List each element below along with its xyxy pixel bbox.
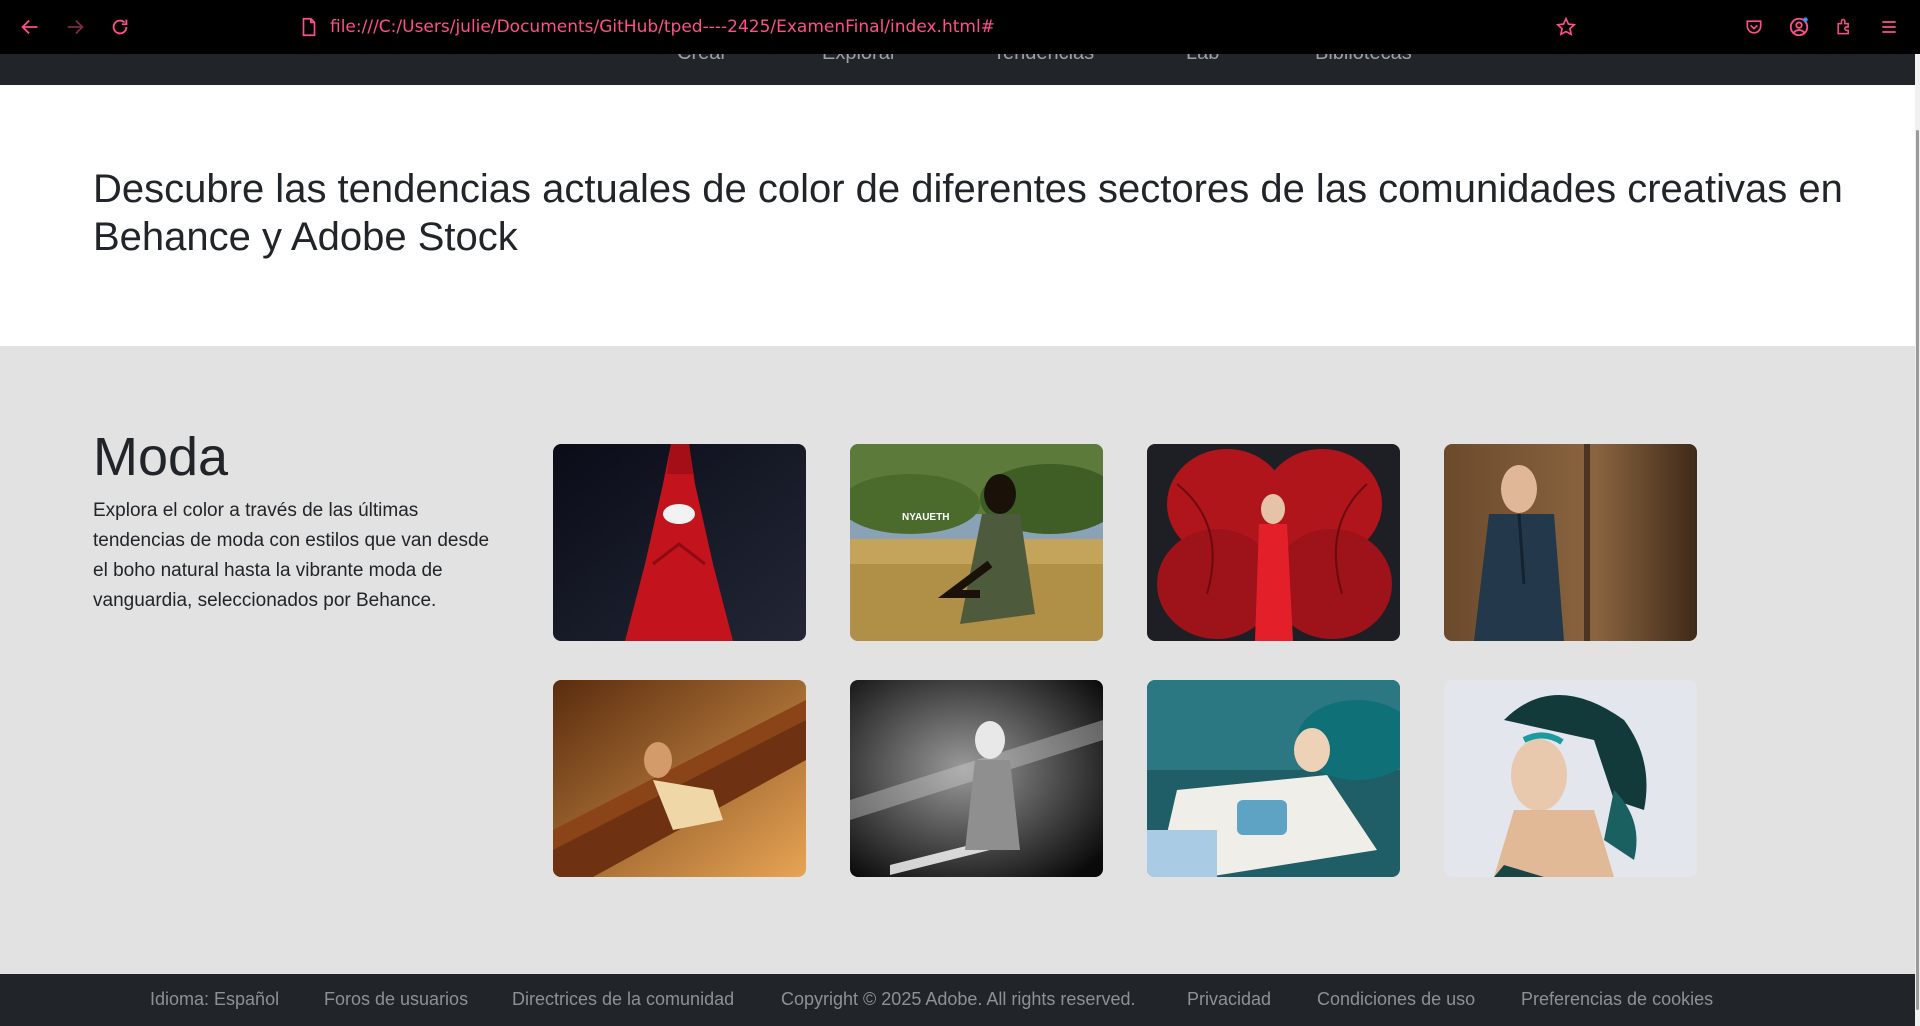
gallery-image-railing[interactable] <box>553 680 806 877</box>
footer-terms-link[interactable]: Condiciones de uso <box>1317 989 1475 1010</box>
moda-section: Moda Explora el color a través de las úl… <box>0 346 1915 974</box>
footer-privacy-link[interactable]: Privacidad <box>1187 989 1271 1010</box>
page-document-icon <box>302 17 316 37</box>
back-button[interactable] <box>15 12 45 42</box>
pocket-icon <box>1746 20 1762 34</box>
gallery-image-wood-coat[interactable] <box>1444 444 1697 641</box>
section-title: Moda <box>93 427 229 487</box>
fashion-photo-teal-sofa-icon <box>1147 680 1400 877</box>
address-bar-url[interactable]: file:///C:/Users/julie/Documents/GitHub/… <box>330 17 995 37</box>
nav-item-bibliotecas[interactable]: Bibliotecas <box>1315 54 1412 65</box>
fashion-photo-monochrome-icon <box>850 680 1103 877</box>
footer-language-link[interactable]: Idioma: Español <box>150 989 279 1010</box>
hamburger-menu-icon <box>1882 21 1896 33</box>
star-icon <box>1555 16 1577 36</box>
forward-button[interactable] <box>60 12 90 42</box>
nav-item-explorar[interactable]: Explorar <box>822 54 896 65</box>
extensions-button[interactable] <box>1831 14 1857 40</box>
hero-title: Descubre las tendencias actuales de colo… <box>93 167 1843 259</box>
fashion-photo-red-flower-icon <box>1147 444 1400 641</box>
bookmark-star-button[interactable] <box>1553 14 1579 40</box>
menu-button[interactable] <box>1876 14 1902 40</box>
page-scrollbar-thumb[interactable] <box>1916 130 1919 1010</box>
fashion-photo-red-gown-icon <box>553 444 806 641</box>
account-button[interactable] <box>1786 14 1812 40</box>
footer-forums-link[interactable]: Foros de usuarios <box>324 989 468 1010</box>
fashion-photo-railing-icon <box>553 680 806 877</box>
fashion-photo-wood-coat-icon <box>1444 444 1697 641</box>
gallery-image-red-flower[interactable] <box>1147 444 1400 641</box>
gallery-image-field-dress[interactable]: NYAUETH <box>850 444 1103 641</box>
account-icon <box>1789 17 1809 37</box>
browser-toolbar: file:///C:/Users/julie/Documents/GitHub/… <box>0 0 1920 54</box>
gallery-image-teal-sofa[interactable] <box>1147 680 1400 877</box>
gallery-image-red-gown[interactable] <box>553 444 806 641</box>
nav-item-lab[interactable]: Lab <box>1186 54 1219 65</box>
footer-cookies-link[interactable]: Preferencias de cookies <box>1521 989 1713 1010</box>
fashion-photo-field-dress-icon: NYAUETH <box>850 444 1103 641</box>
puzzle-icon <box>1837 18 1849 35</box>
nav-item-crear[interactable]: Crear <box>677 54 727 65</box>
hero-section: Descubre las tendencias actuales de colo… <box>0 85 1915 346</box>
section-description: Explora el color a través de las últimas… <box>93 500 490 611</box>
back-arrow-icon <box>21 19 38 35</box>
reload-button[interactable] <box>105 12 135 42</box>
footer-guidelines-link[interactable]: Directrices de la comunidad <box>512 989 734 1010</box>
site-footer: Idioma: Español Foros de usuarios Direct… <box>0 974 1915 1026</box>
field-dress-label: NYAUETH <box>902 512 949 523</box>
reload-icon <box>112 19 128 35</box>
pocket-button[interactable] <box>1741 14 1767 40</box>
fashion-photo-teal-hair-icon <box>1444 680 1697 877</box>
footer-copyright: Copyright © 2025 Adobe. All rights reser… <box>781 989 1136 1009</box>
gallery-image-teal-hair[interactable] <box>1444 680 1697 877</box>
gallery-image-monochrome[interactable] <box>850 680 1103 877</box>
forward-arrow-icon <box>67 19 84 35</box>
site-navigation: Crear Explorar Tendencias Lab Biblioteca… <box>0 54 1920 85</box>
nav-item-tendencias[interactable]: Tendencias <box>993 54 1094 65</box>
